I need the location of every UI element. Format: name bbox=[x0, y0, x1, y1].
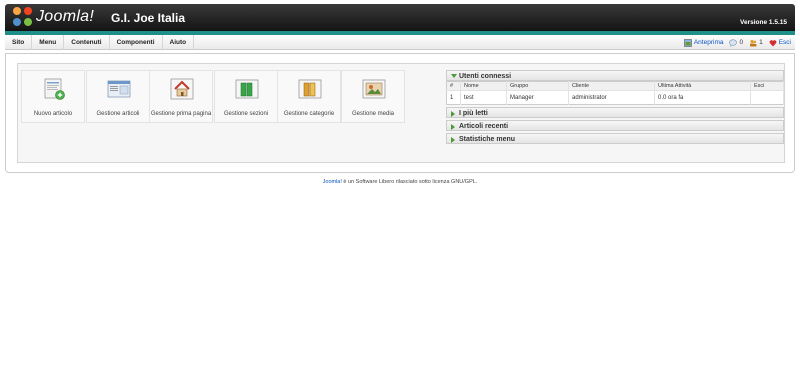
category-manager-button[interactable]: Gestione categorie bbox=[277, 70, 341, 123]
article-manager-button[interactable]: Gestione articoli bbox=[86, 70, 150, 123]
menu-stats-panel-toggle[interactable]: Statistiche menu bbox=[446, 133, 784, 144]
recent-articles-panel-toggle[interactable]: Articoli recenti bbox=[446, 120, 784, 131]
logo-text: Joomla! bbox=[36, 8, 95, 25]
header-bar: Joomla! G.I. Joe Italia Versione 1.5.15 bbox=[5, 4, 795, 34]
collapsed-arrow-icon bbox=[451, 124, 455, 130]
control-panel-area: Nuovo articolo Gestione articoli Gestion… bbox=[17, 63, 785, 163]
frontpage-manager-icon bbox=[170, 78, 194, 100]
col-client: Cliente bbox=[568, 81, 655, 91]
section-manager-label: Gestione sezioni bbox=[223, 111, 269, 117]
cell-group: Manager bbox=[506, 90, 569, 105]
new-article-label: Nuovo articolo bbox=[33, 111, 73, 117]
preview-link[interactable]: Anteprima bbox=[684, 38, 724, 47]
col-group: Gruppo bbox=[506, 81, 569, 91]
menu-stats-title: Statistiche menu bbox=[459, 136, 516, 143]
cell-number: 1 bbox=[446, 90, 461, 105]
cell-logout[interactable] bbox=[750, 90, 784, 105]
new-article-button[interactable]: Nuovo articolo bbox=[21, 70, 85, 123]
main-content: Nuovo articolo Gestione articoli Gestion… bbox=[5, 53, 795, 173]
users-status[interactable]: 1 bbox=[749, 39, 763, 47]
cell-name: test bbox=[460, 90, 507, 105]
status-area: Anteprima 0 1 Esci bbox=[678, 35, 791, 50]
media-manager-button[interactable]: Gestione media bbox=[341, 70, 405, 123]
recent-articles-title: Articoli recenti bbox=[459, 123, 509, 130]
media-manager-icon bbox=[362, 79, 386, 99]
media-manager-label: Gestione media bbox=[351, 111, 395, 117]
menu-bar: Sito Menu Contenuti Componenti Aiuto Ant… bbox=[5, 35, 795, 50]
menu-item-contenuti[interactable]: Contenuti bbox=[64, 35, 110, 50]
section-manager-icon bbox=[235, 79, 259, 99]
menu-item-componenti[interactable]: Componenti bbox=[110, 35, 163, 50]
frontpage-manager-label: Gestione prima pagina bbox=[150, 111, 212, 117]
article-manager-icon bbox=[107, 80, 131, 98]
expanded-arrow-icon bbox=[451, 74, 457, 78]
frontpage-manager-button[interactable]: Gestione prima pagina bbox=[149, 70, 213, 123]
logout-icon bbox=[769, 39, 777, 46]
table-row: 1 test Manager administrator 0.0 ora fa bbox=[446, 90, 784, 105]
joomla-logo: Joomla! bbox=[13, 7, 94, 27]
logged-users-title: Utenti connessi bbox=[459, 73, 512, 80]
cell-last-activity: 0.0 ora fa bbox=[654, 90, 751, 105]
users-icon bbox=[750, 39, 757, 46]
popular-title: I più letti bbox=[459, 110, 488, 117]
users-count: 1 bbox=[759, 39, 763, 46]
logged-users-table: # Nome Gruppo Cliente Ultima Attività Es… bbox=[446, 81, 784, 105]
footer-text: è un Software Libero rilasciato sotto li… bbox=[341, 179, 478, 185]
menu-item-menu[interactable]: Menu bbox=[32, 35, 65, 50]
logout-label: Esci bbox=[778, 39, 791, 46]
col-name: Nome bbox=[460, 81, 507, 91]
modules-panel: Utenti connessi # Nome Gruppo Cliente Ul… bbox=[446, 70, 784, 146]
collapsed-arrow-icon bbox=[451, 111, 455, 117]
logout-link[interactable]: Esci bbox=[769, 39, 791, 47]
section-manager-button[interactable]: Gestione sezioni bbox=[214, 70, 278, 123]
collapsed-arrow-icon bbox=[451, 137, 455, 143]
preview-icon bbox=[684, 38, 692, 47]
messages-count: 0 bbox=[739, 39, 744, 46]
table-header-row: # Nome Gruppo Cliente Ultima Attività Es… bbox=[446, 81, 784, 91]
joomla-logo-icon bbox=[13, 7, 33, 27]
menu-item-sito[interactable]: Sito bbox=[5, 35, 33, 50]
joomla-link[interactable]: Joomla! bbox=[323, 179, 342, 185]
messages-status[interactable]: 0 bbox=[729, 38, 744, 47]
site-title: G.I. Joe Italia bbox=[111, 11, 186, 25]
menu-item-aiuto[interactable]: Aiuto bbox=[163, 35, 195, 50]
col-last-activity: Ultima Attività bbox=[654, 81, 751, 91]
col-logout: Esci bbox=[750, 81, 784, 91]
version-label: Versione 1.5.15 bbox=[740, 19, 787, 26]
col-number: # bbox=[446, 81, 461, 91]
popular-panel-toggle[interactable]: I più letti bbox=[446, 107, 784, 118]
messages-icon bbox=[729, 38, 738, 47]
preview-label: Anteprima bbox=[693, 39, 724, 46]
category-manager-label: Gestione categorie bbox=[283, 111, 335, 117]
new-article-icon bbox=[44, 78, 65, 100]
logged-users-panel-toggle[interactable]: Utenti connessi bbox=[446, 70, 784, 81]
category-manager-icon bbox=[298, 79, 322, 99]
article-manager-label: Gestione articoli bbox=[96, 111, 140, 117]
footer: Joomla! è un Software Libero rilasciato … bbox=[0, 179, 800, 185]
cell-client: administrator bbox=[568, 90, 655, 105]
